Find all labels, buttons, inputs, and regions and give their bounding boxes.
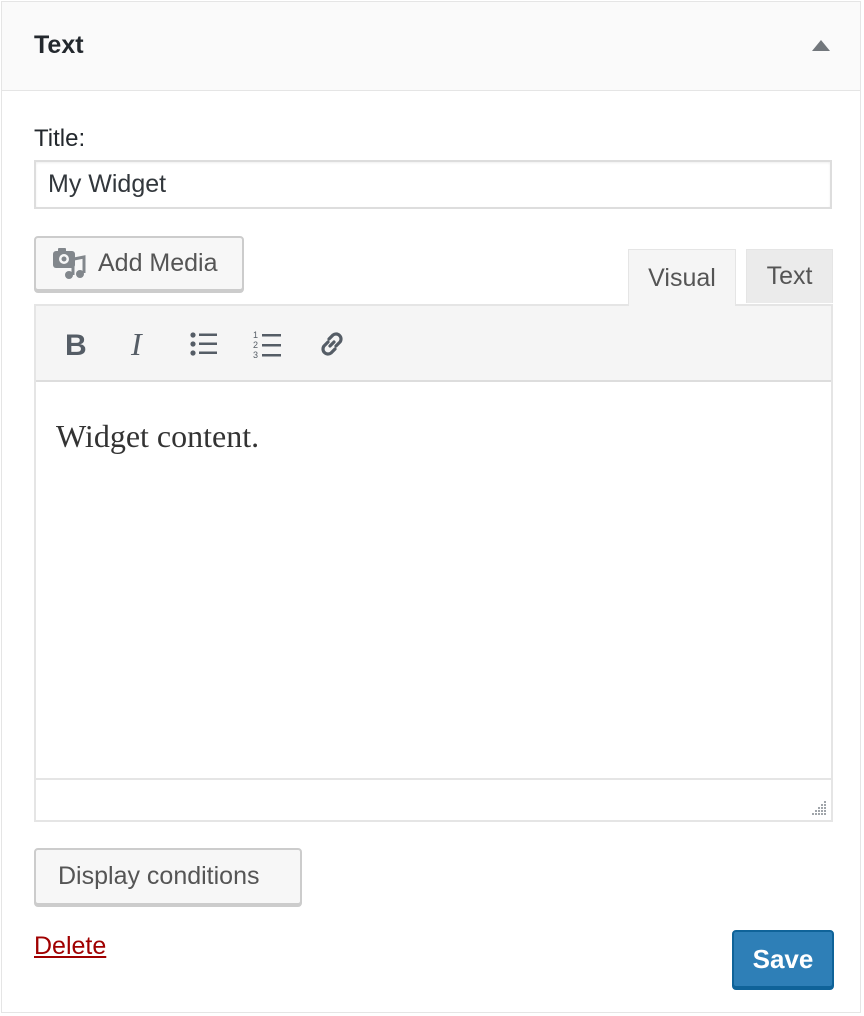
- editor-statusbar: [36, 778, 831, 820]
- svg-text:B: B: [65, 329, 87, 360]
- svg-text:1: 1: [253, 330, 258, 340]
- display-conditions-button[interactable]: Display conditions: [34, 848, 302, 905]
- text-widget-panel: Text Title: Add Media Visual Text B: [1, 1, 861, 1013]
- resize-handle-icon[interactable]: [809, 798, 827, 816]
- bold-button[interactable]: B: [55, 324, 95, 364]
- svg-text:3: 3: [253, 350, 258, 359]
- save-button[interactable]: Save: [732, 930, 834, 988]
- title-input[interactable]: [34, 160, 832, 209]
- delete-link[interactable]: Delete: [34, 932, 106, 961]
- tab-visual[interactable]: Visual: [628, 249, 736, 306]
- svg-text:2: 2: [253, 340, 258, 350]
- bold-icon: B: [65, 329, 87, 360]
- link-icon: [321, 332, 343, 356]
- svg-text:I: I: [130, 328, 143, 360]
- italic-icon: I: [130, 328, 143, 360]
- add-media-label: Add Media: [98, 249, 218, 277]
- link-button[interactable]: [312, 324, 352, 364]
- media-icon: [52, 247, 86, 281]
- rich-text-editor: B I 1 2 3 Widget content.: [34, 304, 833, 822]
- italic-button[interactable]: I: [119, 324, 159, 364]
- bulleted-list-icon: [190, 332, 217, 356]
- title-label: Title:: [34, 125, 86, 152]
- bulleted-list-button[interactable]: [184, 324, 224, 364]
- editor-content[interactable]: Widget content.: [56, 418, 259, 455]
- widget-header[interactable]: Text: [2, 2, 860, 91]
- collapse-arrow-icon[interactable]: [812, 40, 830, 51]
- add-media-button[interactable]: Add Media: [34, 236, 244, 291]
- numbered-list-button[interactable]: 1 2 3: [248, 324, 288, 364]
- numbered-list-icon: 1 2 3: [253, 330, 281, 359]
- editor-toolbar: B I 1 2 3: [36, 306, 831, 382]
- tab-text[interactable]: Text: [746, 249, 833, 303]
- widget-title: Text: [34, 31, 84, 59]
